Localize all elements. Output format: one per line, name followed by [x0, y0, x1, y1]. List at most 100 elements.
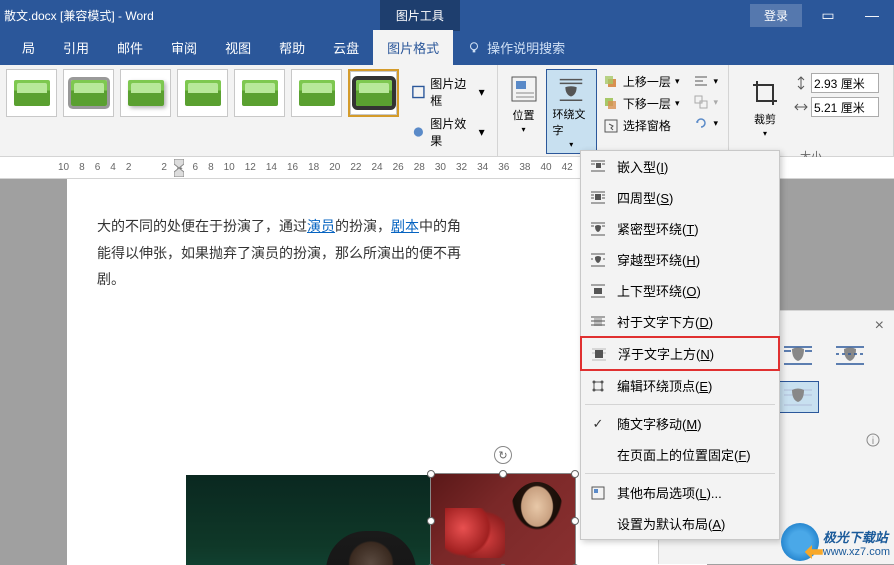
group-button[interactable]: ▾ [689, 92, 722, 112]
rotate-button[interactable]: ▾ [689, 113, 722, 133]
style-thumb-4[interactable] [177, 69, 228, 117]
tab-review[interactable]: 审阅 [157, 30, 211, 65]
watermark-icon [781, 523, 819, 561]
align-button[interactable]: ▾ [689, 71, 722, 91]
height-icon [793, 75, 809, 91]
editpoints-icon [589, 377, 607, 395]
position-button[interactable]: 位置▾ [502, 69, 546, 154]
dd-fixpos[interactable]: 在页面上的位置固定(F) [581, 439, 779, 470]
rotate-handle[interactable] [494, 446, 512, 464]
resize-handle-ne[interactable] [571, 470, 579, 478]
group-arrange: 位置▾ 环绕文字▾ 上移一层▾ 下移一层▾ 选择窗格 ▾ ▾ ▾ [498, 65, 729, 156]
selpane-icon [603, 118, 619, 134]
bulb-icon [467, 41, 481, 55]
tab-cloud[interactable]: 云盘 [319, 30, 373, 65]
tab-help[interactable]: 帮助 [265, 30, 319, 65]
rotate-icon [693, 115, 709, 131]
effects-icon [411, 124, 426, 140]
width-icon [793, 99, 809, 115]
picture-effects-button[interactable]: 图片效果▾ [407, 113, 488, 151]
group-icon [693, 94, 709, 110]
dd-topbottom[interactable]: 上下型环绕(O) [581, 275, 779, 306]
menubar: 局 引用 邮件 审阅 视图 帮助 云盘 图片格式 操作说明搜索 [0, 30, 894, 65]
border-icon [411, 84, 426, 100]
dd-morelayout[interactable]: 其他布局选项(L)... [581, 477, 779, 508]
dd-infront[interactable]: 浮于文字上方(N) [582, 338, 778, 369]
wrap-opt-through[interactable] [829, 339, 871, 371]
login-button[interactable]: 登录 [750, 4, 802, 27]
square-icon [589, 189, 607, 207]
send-back-icon [603, 96, 619, 112]
through-icon [589, 251, 607, 269]
topbottom-icon [589, 282, 607, 300]
group-picture-styles: 图片边框▾ 图片效果▾ 图片版式▾ 图片样式 [0, 65, 498, 156]
ribbon: 图片边框▾ 图片效果▾ 图片版式▾ 图片样式 位置▾ 环绕文字▾ 上移一层▾ 下… [0, 65, 894, 157]
width-input[interactable] [811, 97, 879, 117]
titlebar: 散文.docx [兼容模式] - Word 图片工具 登录 ▭ — [0, 0, 894, 30]
dd-separator [585, 404, 775, 405]
link-actor[interactable]: 演员 [307, 218, 335, 234]
watermark-site: 极光下载站 [823, 527, 890, 546]
tab-refs[interactable]: 引用 [49, 30, 103, 65]
tab-mail[interactable]: 邮件 [103, 30, 157, 65]
ribbon-display-icon[interactable]: ▭ [810, 1, 846, 29]
style-thumb-3[interactable] [120, 69, 171, 117]
dd-tight[interactable]: 紧密型环绕(T) [581, 213, 779, 244]
dd-behind[interactable]: 衬于文字下方(D) [581, 306, 779, 337]
group-size: 裁剪▾ 大小 [729, 65, 894, 156]
behind-icon [589, 313, 607, 331]
crop-icon [749, 77, 781, 109]
wrap-text-dropdown: 嵌入型(I) 四周型(S) 紧密型环绕(T) 穿越型环绕(H) 上下型环绕(O)… [580, 150, 780, 540]
dd-inline[interactable]: 嵌入型(I) [581, 151, 779, 182]
dd-through[interactable]: 穿越型环绕(H) [581, 244, 779, 275]
resize-handle-e[interactable] [571, 517, 579, 525]
dd-editpoints[interactable]: 编辑环绕顶点(E) [581, 370, 779, 401]
dd-separator [585, 473, 775, 474]
selected-image[interactable] [430, 473, 576, 565]
tell-me-search[interactable]: 操作说明搜索 [467, 38, 565, 57]
wrap-text-button[interactable]: 环绕文字▾ [546, 69, 597, 154]
tab-view[interactable]: 视图 [211, 30, 265, 65]
position-icon [508, 73, 540, 105]
resize-handle-n[interactable] [499, 470, 507, 478]
panel-close-icon[interactable]: × [875, 317, 884, 335]
doc-title: 散文.docx [兼容模式] - Word [4, 7, 154, 24]
align-icon [693, 73, 709, 89]
dd-square[interactable]: 四周型(S) [581, 182, 779, 213]
contextual-tab: 图片工具 [380, 0, 460, 31]
tab-layout[interactable]: 局 [8, 30, 49, 65]
picture-border-button[interactable]: 图片边框▾ [407, 73, 488, 111]
tight-icon [589, 220, 607, 238]
more-icon [589, 484, 607, 502]
style-thumb-6[interactable] [291, 69, 342, 117]
dd-movewithtext[interactable]: ✓随文字移动(M) [581, 408, 779, 439]
crop-button[interactable]: 裁剪▾ [743, 73, 787, 142]
wrap-opt-tight[interactable] [777, 339, 819, 371]
style-thumb-5[interactable] [234, 69, 285, 117]
indent-marker-icon[interactable] [174, 159, 184, 177]
bring-fwd-icon [603, 74, 619, 90]
style-thumb-2[interactable] [63, 69, 114, 117]
wrap-text-icon [555, 74, 587, 104]
link-script[interactable]: 剧本 [391, 218, 419, 234]
send-backward-button[interactable]: 下移一层▾ [599, 93, 684, 114]
ruler-tick: 10 [58, 162, 69, 173]
wrap-opt-infront[interactable] [777, 381, 819, 413]
watermark: 极光下载站 www.xz7.com [781, 523, 890, 561]
selection-pane-button[interactable]: 选择窗格 [599, 115, 684, 136]
tab-picture-format[interactable]: 图片格式 [373, 30, 453, 65]
inline-icon [589, 158, 607, 176]
watermark-url: www.xz7.com [823, 546, 890, 558]
check-icon: ✓ [589, 415, 607, 433]
resize-handle-nw[interactable] [427, 470, 435, 478]
dd-setdefault[interactable]: 设置为默认布局(A) [581, 508, 779, 539]
infront-icon [590, 345, 608, 363]
height-input[interactable] [811, 73, 879, 93]
svg-text:i: i [872, 436, 874, 447]
minimize-icon[interactable]: — [854, 1, 890, 29]
style-thumb-7[interactable] [348, 69, 399, 117]
style-thumb-1[interactable] [6, 69, 57, 117]
resize-handle-w[interactable] [427, 517, 435, 525]
bring-forward-button[interactable]: 上移一层▾ [599, 71, 684, 92]
info-icon[interactable]: i [866, 433, 880, 447]
